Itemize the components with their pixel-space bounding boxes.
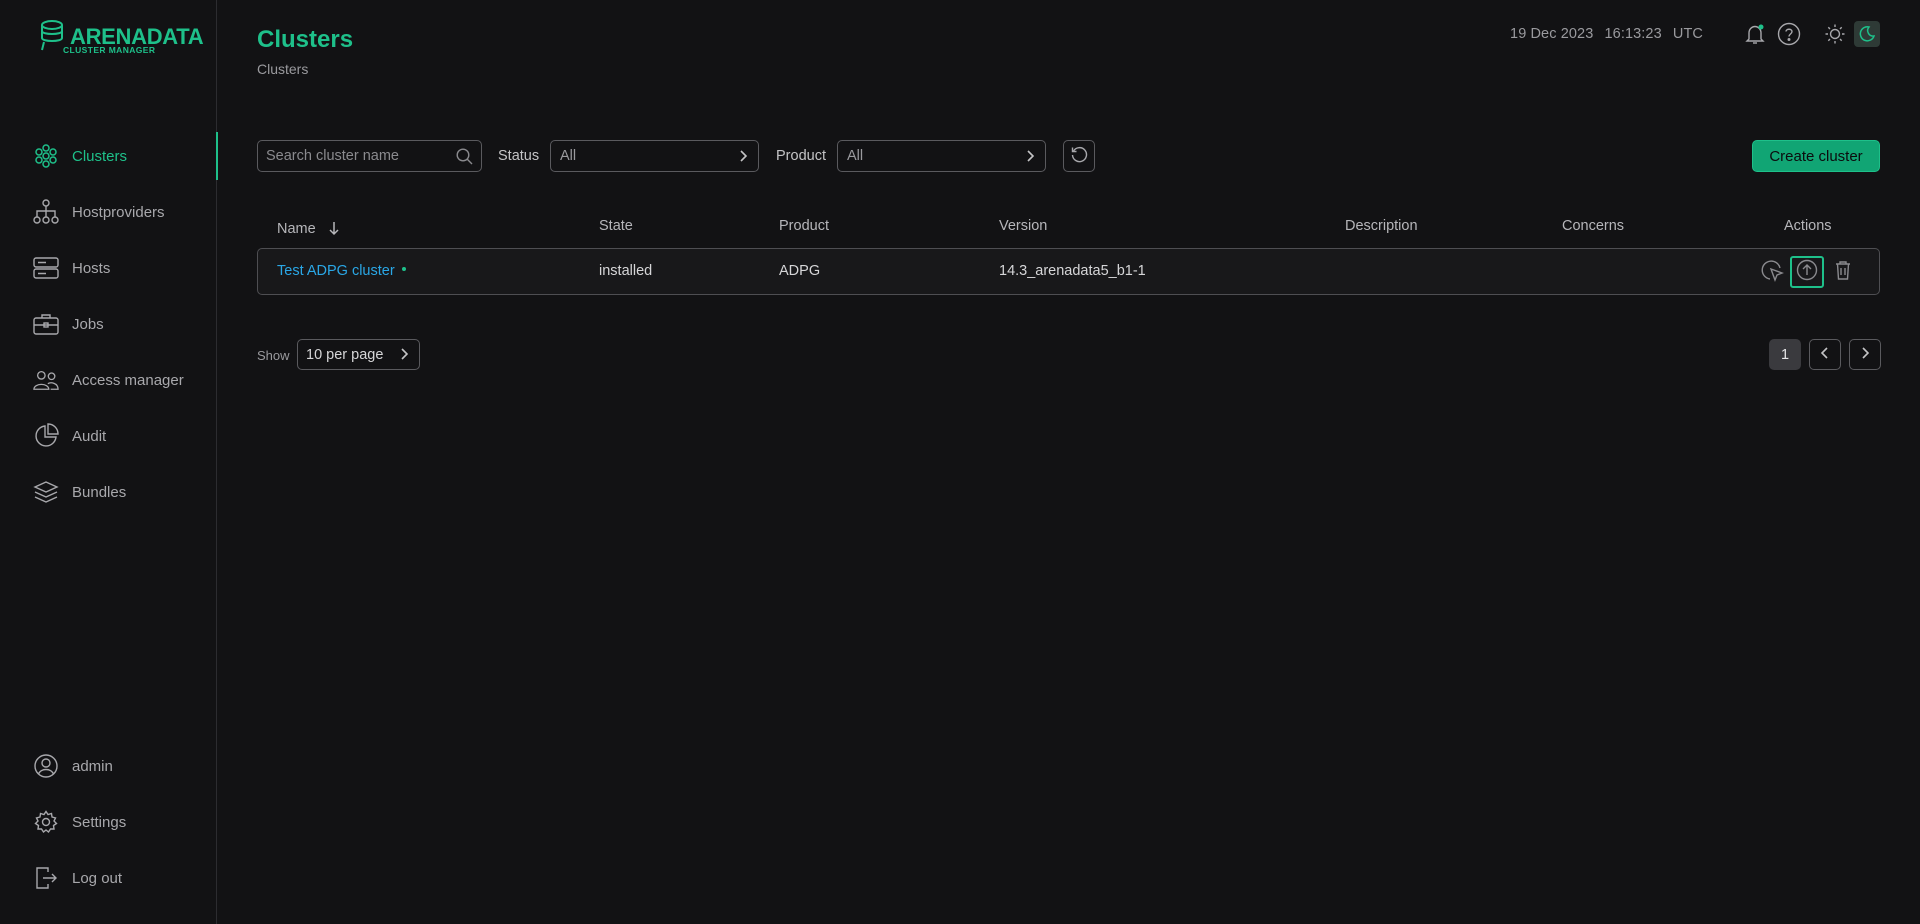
sidebar-item-access-manager[interactable]: Access manager	[0, 358, 217, 402]
reset-filters-button[interactable]	[1063, 140, 1095, 172]
status-dot-icon	[401, 267, 406, 272]
audit-icon	[33, 423, 59, 449]
search-cluster-input[interactable]	[266, 141, 451, 171]
sidebar-item-label: Audit	[72, 427, 107, 445]
sidebar-item-label: Clusters	[72, 147, 128, 165]
chevron-right-icon	[397, 347, 411, 365]
product-filter-value: All	[847, 148, 864, 164]
main-content: Clusters Clusters 19 Dec 2023 16:13:23 U…	[218, 0, 1920, 924]
sidebar: ARENADATA CLUSTER MANAGER Clusters Hostp…	[0, 0, 218, 924]
status-filter-value: All	[560, 148, 577, 164]
sidebar-item-admin[interactable]: admin	[0, 744, 217, 788]
sidebar-item-clusters[interactable]: Clusters	[0, 132, 218, 180]
previous-page-button[interactable]	[1809, 339, 1841, 370]
status-filter-select[interactable]: All	[550, 140, 759, 172]
sidebar-item-label: Access manager	[72, 371, 184, 389]
gear-icon	[33, 809, 59, 835]
sidebar-item-label: Bundles	[72, 483, 127, 501]
cluster-state-cell: installed	[599, 263, 653, 279]
dark-theme-moon-icon[interactable]	[1854, 21, 1880, 47]
product-filter-select[interactable]: All	[837, 140, 1046, 172]
column-header-state[interactable]: State	[599, 218, 633, 234]
product-filter-label: Product	[776, 148, 826, 164]
sidebar-item-audit[interactable]: Audit	[0, 414, 217, 458]
column-header-actions: Actions	[1784, 218, 1832, 234]
hostproviders-icon	[33, 199, 59, 225]
search-icon[interactable]	[456, 148, 473, 169]
sidebar-item-logout[interactable]: Log out	[0, 856, 217, 900]
hosts-icon	[33, 255, 59, 281]
sidebar-item-label: admin	[72, 757, 113, 775]
clock-timezone: UTC	[1672, 26, 1703, 42]
column-header-version[interactable]: Version	[999, 218, 1047, 234]
top-bar: 19 Dec 2023 16:13:23 UTC	[1510, 20, 1880, 48]
logout-icon	[33, 865, 59, 891]
run-action-cursor-icon	[1760, 258, 1784, 286]
user-icon	[33, 753, 59, 779]
create-cluster-button[interactable]: Create cluster	[1752, 140, 1880, 172]
sidebar-item-hosts[interactable]: Hosts	[0, 246, 217, 290]
server-clock: 19 Dec 2023 16:13:23 UTC	[1510, 26, 1710, 42]
clusters-icon	[33, 143, 59, 169]
help-icon[interactable]	[1776, 21, 1802, 47]
cluster-name-link[interactable]: Test ADPG cluster	[277, 263, 406, 279]
sidebar-item-bundles[interactable]: Bundles	[0, 470, 217, 514]
logo-subtitle: CLUSTER MANAGER	[63, 45, 156, 55]
upgrade-arrow-icon	[1796, 259, 1818, 285]
sidebar-item-label: Log out	[72, 869, 123, 887]
sidebar-item-settings[interactable]: Settings	[0, 800, 217, 844]
page-number-button[interactable]: 1	[1769, 339, 1801, 370]
breadcrumb[interactable]: Clusters	[257, 61, 308, 77]
column-header-label: Name	[277, 221, 316, 237]
per-page-value: 10 per page	[306, 347, 384, 363]
next-page-button[interactable]	[1849, 339, 1881, 370]
clock-time: 16:13:23	[1604, 26, 1662, 42]
chevron-right-icon	[1858, 346, 1872, 364]
chevron-right-icon	[1023, 149, 1037, 167]
sidebar-item-label: Settings	[72, 813, 127, 831]
per-page-label: Show	[257, 348, 290, 363]
clock-date: 19 Dec 2023	[1510, 26, 1594, 42]
sidebar-item-label: Jobs	[72, 315, 104, 333]
app-logo[interactable]: ARENADATA CLUSTER MANAGER	[40, 18, 204, 58]
sidebar-item-hostproviders[interactable]: Hostproviders	[0, 190, 217, 234]
column-header-product[interactable]: Product	[779, 218, 829, 234]
trash-icon	[1834, 260, 1852, 284]
upgrade-button[interactable]	[1790, 256, 1824, 288]
sidebar-item-label: Hostproviders	[72, 203, 165, 221]
run-action-button[interactable]	[1755, 256, 1789, 288]
light-theme-sun-icon[interactable]	[1822, 21, 1848, 47]
sort-down-arrow-icon[interactable]	[328, 222, 340, 240]
column-header-concerns: Concerns	[1562, 218, 1625, 234]
cluster-name-text: Test ADPG cluster	[277, 263, 395, 279]
search-cluster-input-wrapper	[257, 140, 482, 172]
notifications-bell-icon[interactable]	[1742, 21, 1768, 47]
page-title: Clusters	[257, 26, 354, 53]
status-filter-label: Status	[498, 148, 540, 164]
sidebar-item-label: Hosts	[72, 259, 111, 277]
chevron-left-icon	[1818, 346, 1832, 364]
access-manager-icon	[33, 367, 59, 393]
cluster-version-cell: 14.3_arenadata5_b1-1	[999, 263, 1146, 279]
chevron-right-icon	[736, 149, 750, 167]
sidebar-item-jobs[interactable]: Jobs	[0, 302, 217, 346]
reset-icon	[1070, 145, 1088, 167]
cluster-product-cell: ADPG	[779, 263, 821, 279]
table-row[interactable]: Test ADPG cluster installed ADPG 14.3_ar…	[257, 248, 1880, 295]
per-page-select[interactable]: 10 per page	[297, 339, 420, 370]
jobs-icon	[33, 311, 59, 337]
column-header-name[interactable]: Name	[277, 218, 340, 237]
column-header-description: Description	[1345, 218, 1418, 234]
bundles-icon	[33, 479, 59, 505]
delete-button[interactable]	[1826, 256, 1860, 288]
